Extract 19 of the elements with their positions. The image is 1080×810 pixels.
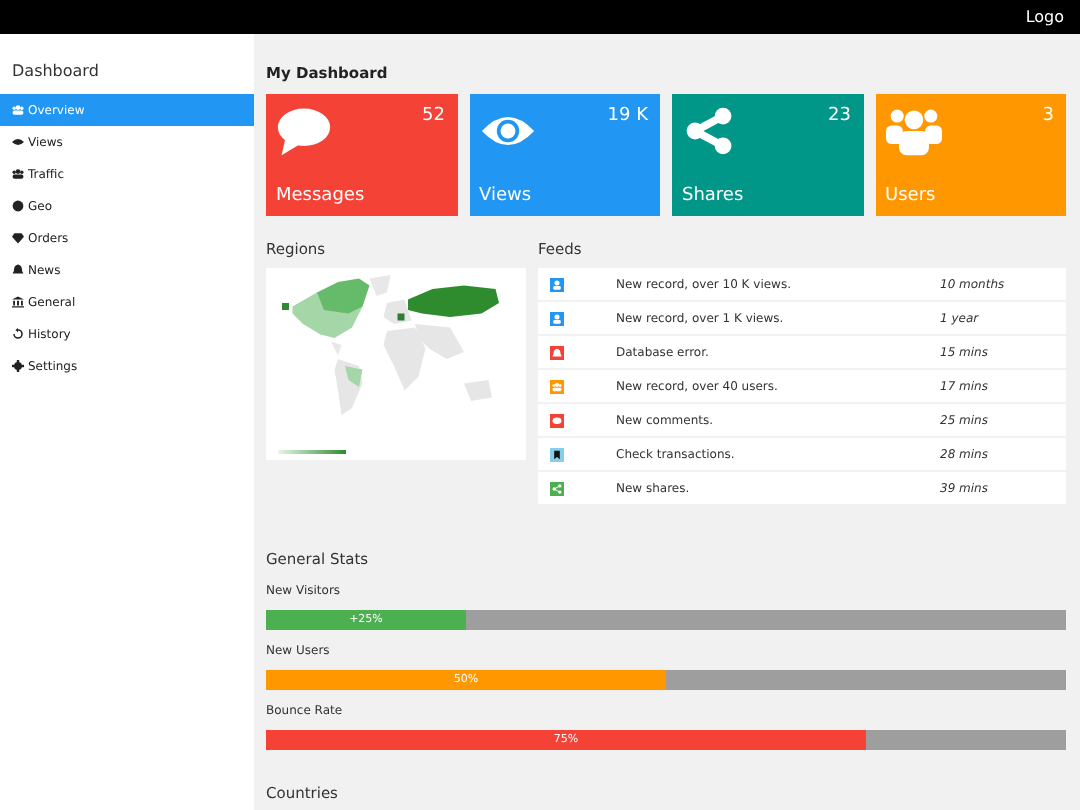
speech-bubble-icon: [276, 106, 332, 156]
users-icon: [12, 104, 24, 116]
stat-label: Messages: [276, 186, 367, 206]
stat-count: 3: [1042, 106, 1054, 126]
users-icon: [885, 106, 941, 156]
stat-count: 52: [422, 106, 445, 126]
stat-label: Views: [479, 186, 534, 206]
diamond-icon: [12, 232, 24, 244]
stat-count: 23: [828, 106, 851, 126]
stat-label: Users: [885, 186, 938, 206]
users-icon: [12, 168, 24, 180]
stat-count: 19 K: [607, 106, 648, 126]
bank-icon: [12, 296, 24, 308]
bell-icon: [12, 264, 24, 276]
eye-icon: [12, 136, 24, 148]
history-icon: [12, 328, 24, 340]
stat-label: Shares: [682, 186, 746, 206]
logo[interactable]: Logo: [1025, 8, 1064, 26]
sidebar-title: Dashboard: [10, 62, 101, 84]
